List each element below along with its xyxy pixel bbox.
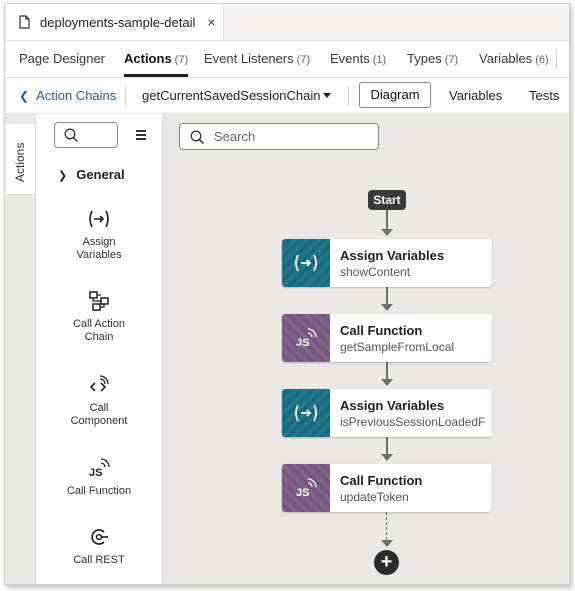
assign-variables-icon — [282, 389, 330, 437]
search-icon — [190, 130, 205, 150]
call-action-chain-icon — [36, 288, 162, 314]
call-function-icon: JS — [282, 464, 330, 512]
svg-text:JS: JS — [296, 337, 309, 349]
rail-tab-label: Actions — [13, 142, 27, 182]
connector-arrow-icon — [381, 304, 393, 311]
tab-page-designer[interactable]: Page Designer — [19, 41, 105, 77]
tab-count: (6) — [535, 54, 549, 66]
palette-item-label: Assign — [82, 236, 116, 248]
palette-item-label: Call Action — [73, 318, 125, 330]
svg-text:JS: JS — [296, 487, 309, 499]
connector-line — [386, 362, 388, 380]
palette-item-label: Call — [89, 402, 109, 414]
file-tab-bar: deployments-sample-detail × — [5, 4, 569, 41]
left-rail: Actions — [5, 114, 36, 584]
tab-label: Page Designer — [19, 51, 105, 66]
palette-item-assign-variables[interactable]: Assign Variables — [36, 206, 162, 262]
call-rest-icon — [36, 524, 162, 550]
chevron-down-icon: ❯ — [58, 170, 68, 182]
tab-event-listeners[interactable]: Event Listeners (7) — [204, 41, 310, 77]
palette-group-general[interactable]: ❯ General — [58, 167, 125, 182]
palette-item-label: Chain — [84, 331, 114, 343]
tab-variables[interactable]: Variables (6) — [479, 41, 549, 77]
call-function-icon: JS — [282, 314, 330, 362]
back-to-action-chains-link[interactable]: ❮ Action Chains — [19, 78, 116, 113]
tab-count: (7) — [296, 54, 311, 66]
node-subtitle: getSampleFromLocal — [340, 340, 455, 354]
group-label: General — [76, 167, 125, 182]
call-function-icon: JS — [36, 455, 162, 481]
diagram-search-input[interactable] — [214, 128, 364, 145]
search-icon — [64, 128, 79, 148]
connector-line — [386, 287, 388, 305]
connector-line — [386, 210, 388, 230]
tab-events[interactable]: Events (1) — [330, 41, 386, 77]
tab-count: (7) — [444, 54, 459, 66]
assign-variables-icon — [282, 239, 330, 287]
tab-actions[interactable]: Actions (7) — [124, 41, 189, 77]
document-icon — [19, 15, 30, 29]
action-node-call-function[interactable]: JS Call Function updateToken — [282, 464, 492, 512]
assign-variables-icon — [36, 206, 162, 232]
node-subtitle: updateToken — [340, 490, 409, 504]
editor-tabs: Page Designer Actions (7) Event Listeners… — [5, 41, 569, 78]
palette-search-input[interactable] — [54, 122, 118, 148]
close-icon[interactable]: × — [207, 14, 215, 30]
file-tab-title: deployments-sample-detail — [40, 14, 196, 30]
tab-types[interactable]: Types (7) — [407, 41, 458, 77]
connector-arrow-icon — [381, 379, 393, 386]
node-title: Assign Variables — [340, 248, 445, 263]
tab-label: Event Listeners — [204, 51, 294, 66]
connector-dashed-line — [386, 512, 387, 540]
palette-item-call-action-chain[interactable]: Call Action Chain — [36, 288, 162, 344]
node-title: Assign Variables — [340, 398, 445, 413]
tests-view-link[interactable]: Tests — [529, 78, 559, 113]
node-subtitle: showContent — [340, 265, 411, 279]
connector-arrow-icon — [381, 454, 393, 461]
menu-icon[interactable] — [136, 130, 146, 142]
action-node-call-function[interactable]: JS Call Function getSampleFromLocal — [282, 314, 492, 362]
action-node-assign-variables[interactable]: Assign Variables isPreviousSessionLoaded… — [282, 389, 492, 437]
tab-label: Types — [407, 51, 442, 66]
connector-arrow-icon — [381, 540, 393, 547]
chevron-down-icon[interactable] — [323, 93, 331, 98]
node-subtitle: isPreviousSessionLoadedF — [340, 415, 486, 429]
connector-arrow-icon — [381, 229, 393, 236]
svg-text:JS: JS — [89, 467, 102, 479]
tab-count: (1) — [372, 54, 387, 66]
call-component-icon — [36, 372, 162, 398]
toolbar-divider — [348, 86, 349, 106]
palette-item-label: Variables — [76, 249, 122, 261]
actions-palette: ❯ General Assign Variables Call Action Ch… — [36, 114, 163, 584]
tab-label: Events — [330, 51, 370, 66]
tab-count: (7) — [174, 54, 189, 66]
palette-item-label: Call REST — [73, 554, 125, 566]
node-title: Call Function — [340, 473, 423, 488]
action-chain-toolbar: ❮ Action Chains getCurrentSavedSessionCha… — [5, 78, 569, 114]
palette-item-label: Component — [70, 415, 128, 427]
palette-item-label: Call Function — [66, 485, 132, 497]
editor-window: deployments-sample-detail × Page Designe… — [4, 3, 570, 585]
back-label: Action Chains — [36, 88, 117, 103]
diagram-view-button[interactable]: Diagram — [359, 82, 431, 108]
chain-selector[interactable]: getCurrentSavedSessionChain — [142, 78, 321, 113]
palette-item-call-rest[interactable]: Call REST — [36, 524, 162, 567]
file-tab[interactable]: deployments-sample-detail × — [5, 4, 224, 40]
start-node[interactable]: Start — [368, 190, 406, 210]
add-action-button[interactable]: + — [374, 550, 399, 575]
diagram-search-field[interactable] — [179, 123, 379, 150]
tab-divider — [556, 49, 557, 69]
variables-view-link[interactable]: Variables — [449, 78, 502, 113]
action-node-assign-variables[interactable]: Assign Variables showContent — [282, 239, 492, 287]
palette-item-call-component[interactable]: Call Component — [36, 372, 162, 428]
palette-item-call-function[interactable]: JS Call Function — [36, 455, 162, 498]
rail-tab-actions[interactable]: Actions — [5, 124, 35, 195]
tab-label: Variables — [479, 51, 533, 66]
chevron-left-icon: ❮ — [19, 89, 30, 103]
connector-line — [386, 437, 388, 455]
node-title: Call Function — [340, 323, 423, 338]
diagram-canvas[interactable]: Start Assign Variables showContent JS Ca… — [163, 114, 569, 584]
tab-label: Actions — [124, 51, 172, 66]
toolbar-divider — [125, 86, 126, 106]
